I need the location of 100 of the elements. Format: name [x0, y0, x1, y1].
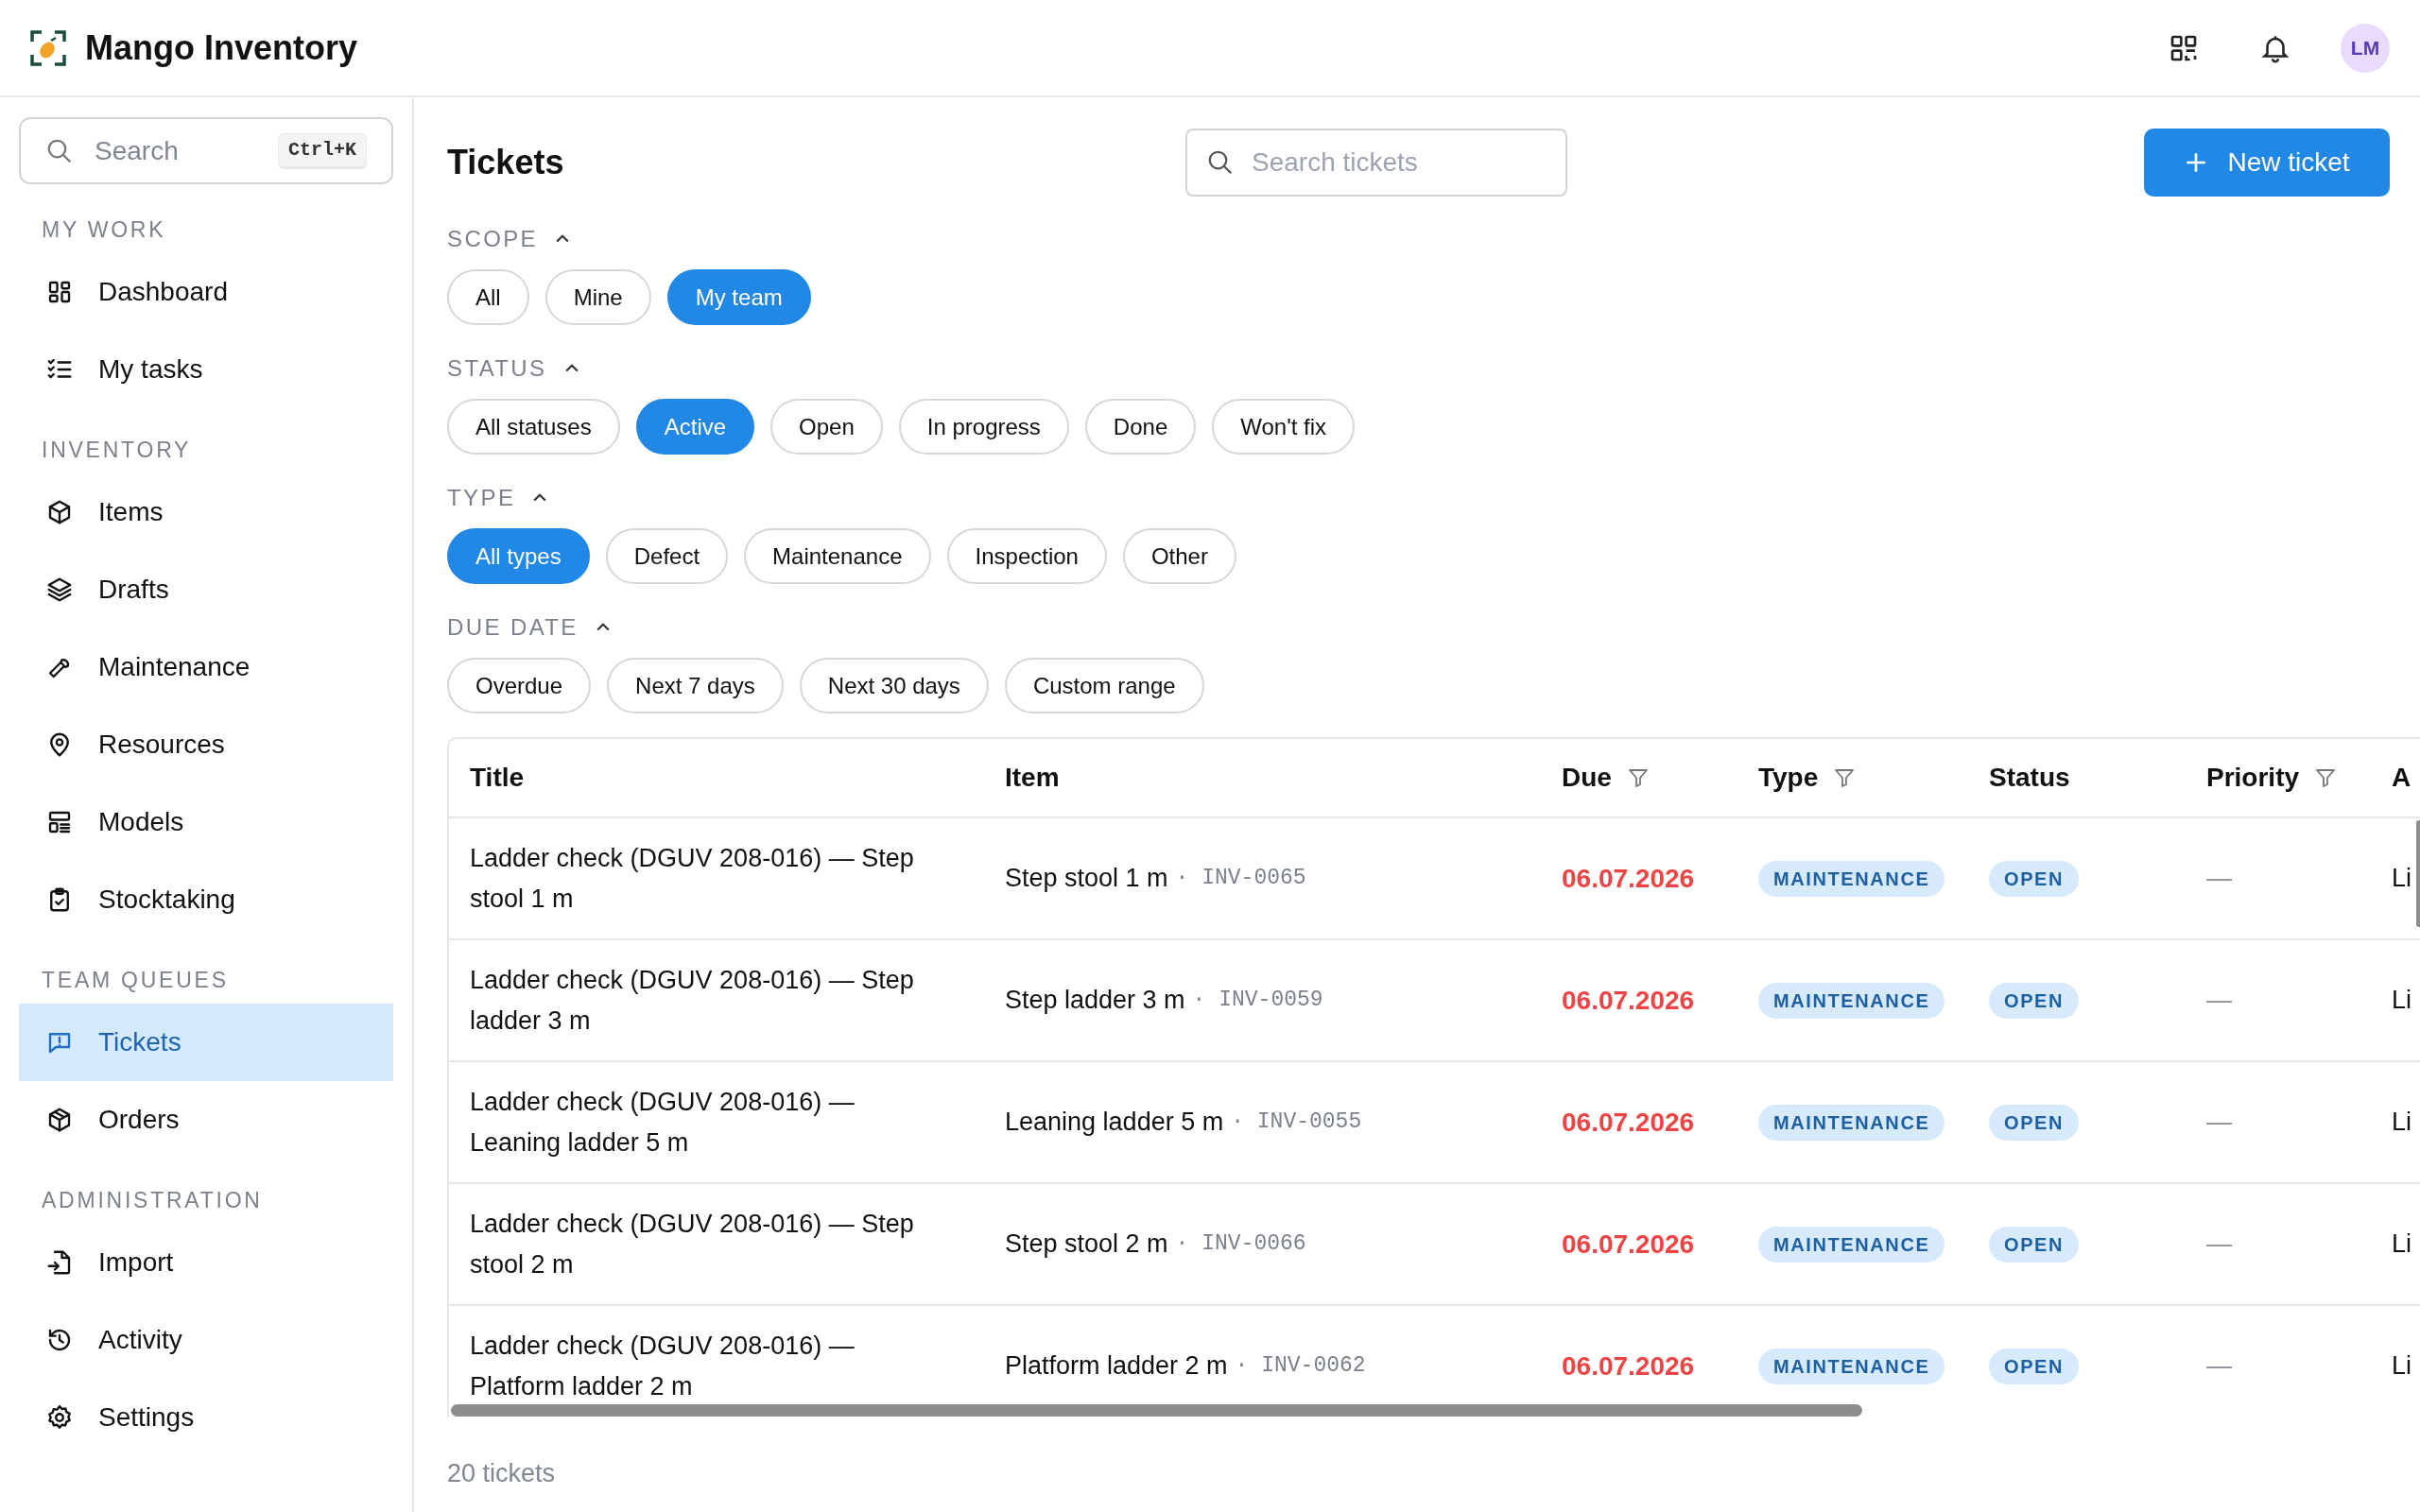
item-name: Platform ladder 2 m	[1005, 1350, 1228, 1383]
item-code: · INV-0055	[1231, 1108, 1362, 1137]
search-icon	[1206, 148, 1235, 177]
priority-value: —	[2206, 1350, 2232, 1383]
status-label: OPEN	[1989, 1226, 2080, 1263]
nav-item[interactable]: Dashboard	[19, 253, 393, 331]
nav-item[interactable]: Maintenance	[19, 628, 393, 706]
priority-value: —	[2206, 1228, 2232, 1261]
item-name: Leaning ladder 5 m	[1005, 1107, 1224, 1139]
search-placeholder: Search	[95, 134, 179, 167]
filter-chip[interactable]: Next 30 days	[799, 658, 989, 713]
item-code: · INV-0059	[1192, 987, 1323, 1015]
column-header[interactable]: Title	[470, 758, 525, 798]
column-header[interactable]: Due	[1562, 758, 1612, 798]
due-date: 06.07.2026	[1562, 984, 1695, 1017]
filter-chip[interactable]: All types	[447, 528, 590, 584]
item-code: · INV-0065	[1175, 865, 1306, 893]
ticket-title[interactable]: Ladder check (DGUV 208-016) — Step ladder 3 m	[470, 959, 931, 1041]
filter-chip[interactable]: Overdue	[447, 658, 592, 713]
ticket-count: 20 tickets	[447, 1458, 557, 1489]
filter-chip[interactable]: Defect	[605, 528, 729, 584]
column-header[interactable]: A	[2392, 758, 2411, 798]
section-label: MY WORK	[41, 215, 167, 244]
nav-item[interactable]: Settings	[19, 1379, 393, 1456]
type-label: MAINTENANCE	[1758, 860, 1945, 897]
search-placeholder: Search tickets	[1252, 146, 1418, 179]
filter-chip[interactable]: Active	[635, 399, 755, 455]
priority-value: —	[2206, 1107, 2232, 1139]
filter-chip[interactable]: Maintenance	[744, 528, 931, 584]
priority-value: —	[2206, 985, 2232, 1017]
status-label: OPEN	[1989, 1348, 2080, 1384]
filter-chip[interactable]: Other	[1122, 528, 1236, 584]
nav-item[interactable]: Models	[19, 783, 393, 861]
item-name: Step ladder 3 m	[1005, 985, 1185, 1017]
filter-icon[interactable]	[1833, 766, 1857, 789]
filter-chip[interactable]: Won't fix	[1212, 399, 1356, 455]
section-label: TEAM QUEUES	[41, 966, 230, 994]
type-label: MAINTENANCE	[1758, 1104, 1945, 1141]
filter-chip[interactable]: Inspection	[946, 528, 1107, 584]
filter-chip[interactable]: In progress	[898, 399, 1069, 455]
nav-item[interactable]: Stocktaking	[19, 861, 393, 938]
filter-chip[interactable]: All statuses	[447, 399, 620, 455]
status-label: OPEN	[1989, 982, 2080, 1019]
search-field[interactable]: Search Ctrl+K	[19, 117, 393, 184]
assignee-name: Li	[2392, 1350, 2411, 1383]
type-label: MAINTENANCE	[1758, 1226, 1945, 1263]
filter-chip[interactable]: Next 7 days	[607, 658, 784, 713]
filter-label: STATUS	[447, 354, 547, 383]
assignee-name: Li	[2392, 1107, 2411, 1139]
section-label: ADMINISTRATION	[41, 1186, 264, 1214]
nav-item[interactable]: My tasks	[19, 331, 393, 408]
nav-item[interactable]: Items	[19, 473, 393, 551]
new-ticket-button[interactable]: New ticket	[2144, 129, 2390, 197]
type-label: MAINTENANCE	[1758, 982, 1945, 1019]
filter-icon[interactable]	[1626, 766, 1650, 789]
page-title: Tickets	[447, 142, 565, 183]
ticket-title[interactable]: Ladder check (DGUV 208-016) — Platform ladder 2 m	[470, 1325, 931, 1402]
due-date: 06.07.2026	[1562, 1228, 1695, 1261]
filter-label: DUE DATE	[447, 613, 579, 642]
layers-icon	[45, 576, 74, 604]
section-label: INVENTORY	[41, 436, 193, 464]
status-label: OPEN	[1989, 1104, 2080, 1141]
nav-item[interactable]: Resources	[19, 706, 393, 783]
assignee-name: Li	[2392, 1228, 2411, 1261]
filter-label: SCOPE	[447, 225, 539, 253]
ticket-title[interactable]: Ladder check (DGUV 208-016) — Step stool 2 m	[470, 1203, 931, 1285]
filter-chip[interactable]: Mine	[544, 269, 651, 325]
assignee-name: Li	[2392, 985, 2411, 1017]
column-header[interactable]: Type	[1758, 758, 1819, 798]
due-date: 06.07.2026	[1562, 862, 1695, 895]
column-header[interactable]: Status	[1989, 758, 2070, 798]
horizontal-scrollbar[interactable]	[451, 1404, 1862, 1417]
status-label: OPEN	[1989, 860, 2080, 897]
column-header[interactable]: Item	[1005, 758, 1060, 798]
item-name: Step stool 2 m	[1005, 1228, 1168, 1261]
due-date: 06.07.2026	[1562, 1106, 1695, 1139]
logo-icon	[30, 29, 66, 66]
filter-chip[interactable]: Custom range	[1004, 658, 1204, 713]
nav-item[interactable]: Activity	[19, 1301, 393, 1379]
filter-chip[interactable]: Done	[1084, 399, 1197, 455]
filter-chip[interactable]: My team	[666, 269, 811, 325]
column-header[interactable]: Priority	[2206, 758, 2300, 798]
nav-item[interactable]: Import	[19, 1224, 393, 1301]
nav-item[interactable]: Tickets	[19, 1004, 393, 1081]
settings-icon	[45, 1403, 74, 1432]
filter-icon[interactable]	[2314, 766, 2338, 789]
app-title: Mango Inventory	[85, 26, 358, 69]
nav-item[interactable]: Orders	[19, 1081, 393, 1159]
item-code: · INV-0062	[1235, 1352, 1366, 1381]
nav-item[interactable]: Drafts	[19, 551, 393, 628]
assignee-name: Li	[2392, 863, 2411, 895]
priority-value: —	[2206, 863, 2232, 895]
item-name: Step stool 1 m	[1005, 863, 1168, 895]
filter-chip[interactable]: All	[447, 269, 529, 325]
item-code: · INV-0066	[1175, 1230, 1306, 1259]
filter-chip[interactable]: Open	[770, 399, 883, 455]
ticket-title[interactable]: Ladder check (DGUV 208-016) — Step stool 1 m	[470, 837, 931, 919]
ticket-title[interactable]: Ladder check (DGUV 208-016) — Leaning ladder 5 m	[470, 1081, 931, 1163]
filter-label: TYPE	[447, 484, 516, 512]
user-avatar[interactable]: LM	[2341, 23, 2390, 73]
